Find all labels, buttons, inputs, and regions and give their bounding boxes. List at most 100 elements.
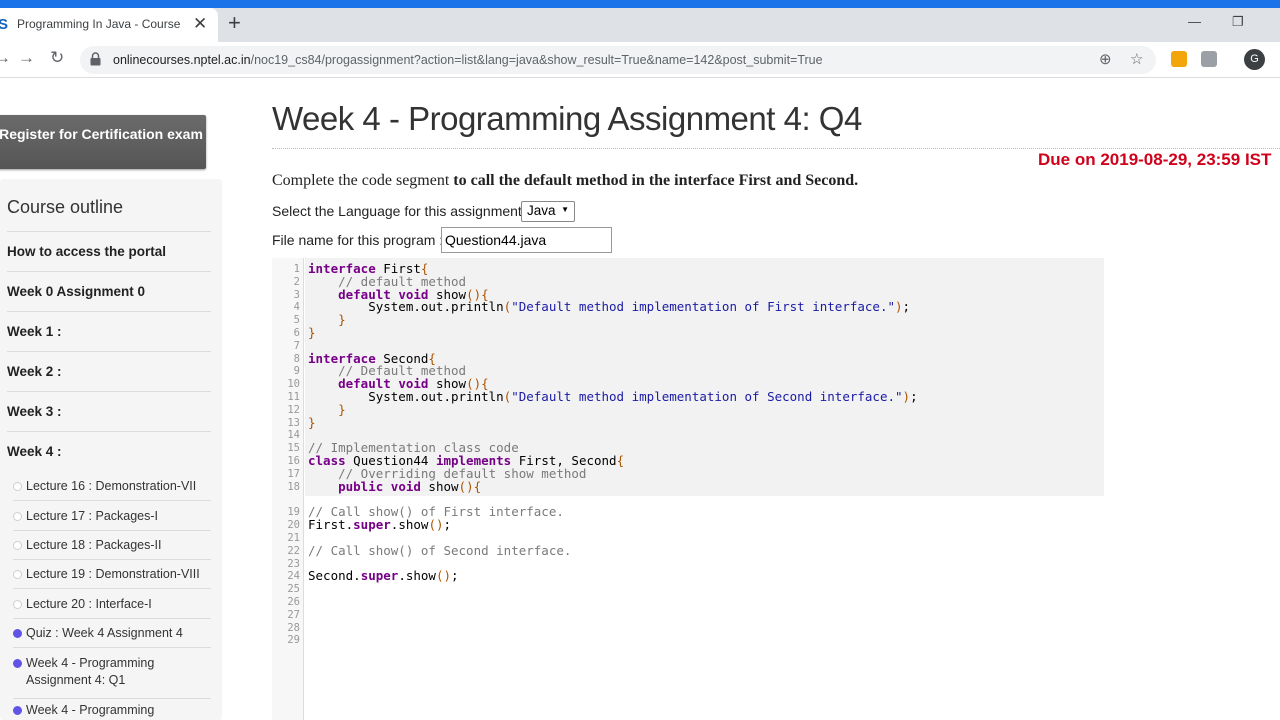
bookmark-star-icon[interactable]: ☆ — [1130, 50, 1143, 68]
restore-icon[interactable]: ❐ — [1232, 14, 1244, 30]
line-number: 25 — [287, 583, 300, 595]
line-number: 29 — [287, 634, 300, 646]
line-number: 15 — [287, 442, 300, 455]
back-icon[interactable]: → — [0, 48, 11, 68]
lecture-status-dot-icon — [13, 570, 22, 579]
lecture-item[interactable]: Lecture 20 : Interface-I — [13, 597, 152, 611]
line-number: 10 — [287, 378, 300, 391]
reload-icon[interactable]: ↻ — [50, 48, 64, 68]
line-number: 14 — [287, 429, 300, 442]
code-line[interactable]: System.out.println("Default method imple… — [308, 390, 917, 403]
register-certification-button[interactable]: Register for Certification exam — [0, 115, 206, 169]
code-editor[interactable]: 1 2 3 4 5 6 7 8 9 10 11 12 13 14 15 16 17 18 19 20 21 22 23 24 2… — [272, 258, 1104, 720]
lecture-item[interactable]: Lecture 17 : Packages-I — [13, 509, 158, 523]
tab-close-icon[interactable]: ✕ — [193, 14, 207, 34]
outline-item-week1[interactable]: Week 1 : — [7, 324, 62, 339]
divider — [7, 271, 211, 272]
outline-item-week3[interactable]: Week 3 : — [7, 404, 62, 419]
lock-icon — [90, 52, 101, 66]
forward-icon[interactable]: → — [18, 48, 35, 68]
lecture-item[interactable]: Lecture 18 : Packages-II — [13, 538, 162, 552]
completed-dot-icon — [13, 659, 22, 668]
line-number: 16 — [287, 455, 300, 467]
zoom-icon[interactable]: ⊕ — [1099, 50, 1112, 68]
lecture-status-dot-icon — [13, 482, 22, 491]
divider — [7, 431, 211, 432]
title-divider — [272, 148, 1280, 149]
completed-dot-icon — [13, 706, 22, 715]
code-line[interactable]: } — [308, 416, 316, 429]
line-number: 12 — [287, 403, 300, 416]
divider — [13, 698, 211, 699]
line-number: 11 — [287, 391, 300, 403]
line-number: 18 — [287, 480, 300, 493]
line-number: 4 — [293, 301, 300, 314]
line-number: 3 — [293, 288, 300, 301]
code-line[interactable]: System.out.println("Default method imple… — [308, 300, 910, 313]
course-outline-heading: Course outline — [7, 197, 124, 217]
window-top-strip — [0, 0, 1280, 8]
page-title: Week 4 - Programming Assignment 4: Q4 — [272, 100, 862, 137]
divider — [7, 391, 211, 392]
language-label: Select the Language for this assignment. — [272, 203, 526, 219]
line-number: 27 — [287, 609, 300, 621]
line-number: 9 — [293, 365, 300, 378]
line-number: 5 — [293, 314, 300, 327]
new-tab-button[interactable]: + — [228, 10, 241, 36]
line-number: 21 — [287, 532, 300, 544]
code-line[interactable]: Second.super.show(); — [308, 569, 459, 582]
code-line[interactable]: } — [308, 326, 316, 339]
file-name-input[interactable] — [441, 227, 612, 253]
line-number: 17 — [287, 467, 300, 480]
outline-item-week2[interactable]: Week 2 : — [7, 364, 62, 379]
tab-title: Programming In Java - Course — [17, 17, 181, 31]
course-sidebar: Register for Certification exam Course o… — [0, 78, 222, 720]
divider — [13, 588, 211, 589]
divider — [7, 311, 211, 312]
lecture-status-dot-icon — [13, 600, 22, 609]
outline-item-portal[interactable]: How to access the portal — [7, 244, 166, 259]
line-number: 7 — [293, 339, 300, 352]
extension-shopping-icon[interactable] — [1171, 51, 1187, 67]
tab-bar: S Programming In Java - Course ✕ + ― ❐ — [0, 8, 1280, 42]
lecture-status-dot-icon — [13, 512, 22, 521]
site-favicon-icon: S — [0, 16, 9, 33]
code-line[interactable]: First.super.show(); — [308, 518, 451, 531]
lecture-item[interactable]: Lecture 16 : Demonstration-VII — [13, 479, 196, 493]
line-number: 2 — [293, 275, 300, 288]
browser-tab[interactable]: S Programming In Java - Course ✕ — [0, 8, 218, 42]
divider — [13, 500, 211, 501]
quiz-item[interactable]: Quiz : Week 4 Assignment 4 — [13, 626, 183, 640]
dropdown-arrow-icon: ▼ — [561, 205, 569, 214]
outline-item-week0[interactable]: Week 0 Assignment 0 — [7, 284, 145, 299]
lecture-item[interactable]: Lecture 19 : Demonstration-VIII — [13, 567, 200, 581]
divider — [13, 559, 211, 560]
divider — [7, 231, 211, 232]
divider — [7, 351, 211, 352]
outline-item-week4[interactable]: Week 4 : — [7, 444, 62, 459]
extension-chart-icon[interactable] — [1201, 51, 1217, 67]
address-bar[interactable]: onlinecourses.nptel.ac.in/noc19_cs84/pro… — [80, 46, 1156, 74]
lecture-status-dot-icon — [13, 541, 22, 550]
line-number: 6 — [293, 327, 300, 339]
course-outline: Course outline How to access the portal … — [0, 179, 222, 720]
file-name-label: File name for this program : — [272, 232, 444, 248]
assignment-item[interactable]: Week 4 - Programming — [13, 703, 154, 717]
line-number: 1 — [293, 263, 300, 275]
url-text: onlinecourses.nptel.ac.in/noc19_cs84/pro… — [113, 53, 823, 67]
due-date: Due on 2019-08-29, 23:59 IST — [1038, 150, 1272, 169]
assignment-item[interactable]: Week 4 - Programming Assignment 4: Q1 — [13, 655, 183, 689]
profile-avatar[interactable]: G — [1244, 49, 1265, 70]
code-line[interactable]: public void show(){ — [308, 480, 481, 493]
line-number: 20 — [287, 519, 300, 531]
line-number: 19 — [287, 506, 300, 518]
divider — [13, 530, 211, 531]
completed-dot-icon — [13, 629, 22, 638]
language-select[interactable]: Java ▼ — [521, 201, 575, 222]
line-number: 26 — [287, 596, 300, 608]
code-line[interactable]: // Call show() of Second interface. — [308, 544, 571, 557]
assignment-description: Complete the code segment to call the de… — [272, 172, 859, 189]
minimize-icon[interactable]: ― — [1188, 14, 1201, 29]
browser-toolbar: → → ↻ onlinecourses.nptel.ac.in/noc19_cs… — [0, 42, 1280, 78]
line-number: 22 — [287, 545, 300, 557]
